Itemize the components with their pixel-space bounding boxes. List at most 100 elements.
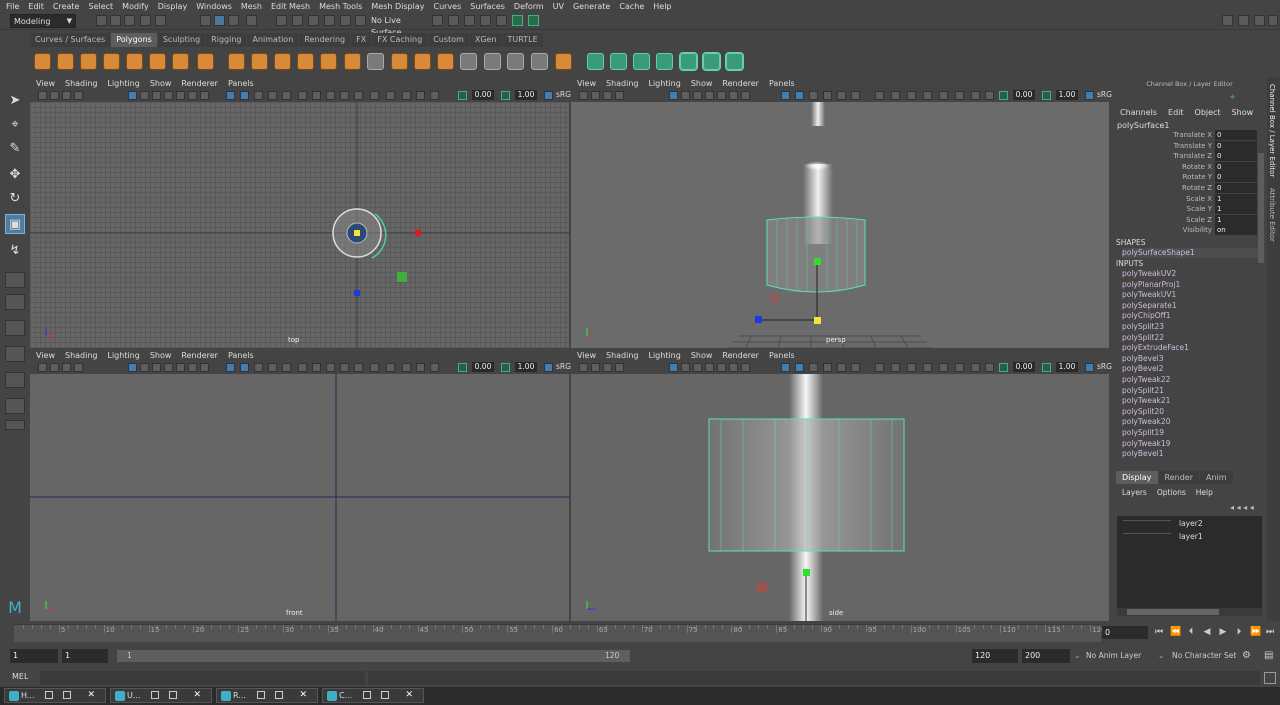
menu-deform[interactable]: Deform	[514, 2, 544, 11]
render-settings-icon[interactable]	[480, 15, 491, 26]
animation-start-field[interactable]: 1	[10, 649, 58, 663]
character-set-selector[interactable]: No Character Set	[1172, 650, 1236, 662]
antialiasing-icon[interactable]	[923, 91, 932, 100]
poly-cone-icon[interactable]	[103, 53, 120, 70]
textured-icon[interactable]	[837, 91, 846, 100]
z-axis-handle[interactable]	[354, 290, 360, 296]
camera-attr-icon[interactable]	[50, 91, 59, 100]
motion-blur-icon[interactable]	[907, 363, 916, 372]
antialiasing-icon[interactable]	[354, 91, 363, 100]
layer-menu-layers[interactable]: Layers	[1122, 488, 1147, 497]
ambient-occlusion-icon[interactable]	[891, 363, 900, 372]
bookmark-icon[interactable]	[603, 363, 612, 372]
safe-title-icon[interactable]	[200, 363, 209, 372]
input-node[interactable]: polySplit22	[1122, 333, 1164, 343]
attr-label[interactable]: Scale X	[1112, 194, 1212, 204]
smooth-shade-icon[interactable]	[795, 91, 804, 100]
maximize-window-icon[interactable]	[169, 691, 177, 699]
hypershade-pane-icon[interactable]	[5, 398, 25, 414]
layer-tab-display[interactable]: Display	[1116, 471, 1158, 484]
step-forward-frame-icon[interactable]: ⏵	[1234, 626, 1244, 638]
extrude-icon[interactable]	[414, 53, 431, 70]
gamma-field[interactable]: 1.00	[515, 90, 537, 100]
viewport-canvas[interactable]: top	[30, 102, 569, 348]
safe-action-icon[interactable]	[729, 91, 738, 100]
grid-icon[interactable]	[128, 363, 137, 372]
y-axis-handle[interactable]	[803, 569, 810, 576]
exposure-icon[interactable]	[999, 363, 1008, 372]
attr-label[interactable]: Rotate X	[1112, 162, 1212, 172]
redo-icon[interactable]	[155, 15, 166, 26]
panel-menu-shading[interactable]: Shading	[65, 79, 98, 90]
motion-blur-icon[interactable]	[340, 91, 349, 100]
attr-value[interactable]: 0	[1215, 172, 1257, 183]
tab-attribute-editor[interactable]: Attribute Editor	[1268, 188, 1276, 242]
scale-tool-icon[interactable]: ▣	[5, 214, 25, 234]
attr-label[interactable]: Translate Z	[1112, 151, 1212, 161]
object-name[interactable]: polySurface1	[1117, 121, 1170, 130]
uv-editor-icon[interactable]	[679, 52, 698, 71]
panel-menu-shading[interactable]: Shading	[606, 79, 639, 90]
render-view-icon[interactable]	[432, 15, 443, 26]
viewport-canvas[interactable]: persp	[571, 102, 1109, 348]
undo-icon[interactable]	[140, 15, 151, 26]
input-node[interactable]: polyBevel2	[1122, 364, 1164, 374]
viewport-persp[interactable]: View Shading Lighting Show Renderer Pane…	[571, 78, 1112, 348]
new-layer-selected-icon[interactable]: ◂	[1250, 503, 1254, 512]
exposure-field[interactable]: 0.00	[472, 362, 494, 372]
camera-attr-icon[interactable]	[50, 363, 59, 372]
grid-icon[interactable]	[669, 91, 678, 100]
current-frame-field[interactable]: 0	[1102, 626, 1148, 639]
shelf-tab-xgen[interactable]: XGen	[469, 33, 502, 47]
go-to-start-icon[interactable]: ⏮	[1154, 626, 1164, 638]
viewport-front[interactable]: View Shading Lighting Show Renderer Pane…	[30, 350, 571, 621]
smooth-shade-icon[interactable]	[240, 363, 249, 372]
shelf-tab-polygons[interactable]: Polygons	[111, 33, 157, 47]
two-pane-icon[interactable]	[5, 320, 25, 336]
resolution-gate-icon[interactable]	[152, 363, 161, 372]
ambient-occlusion-icon[interactable]	[326, 91, 335, 100]
open-scene-icon[interactable]	[110, 15, 121, 26]
panel-menu-renderer[interactable]: Renderer	[181, 79, 218, 90]
hypershade-icon[interactable]	[496, 15, 507, 26]
attr-value[interactable]: 1	[1215, 214, 1257, 225]
mesh-object[interactable]	[708, 418, 905, 552]
close-window-icon[interactable]: ✕	[405, 689, 413, 702]
play-backwards-icon[interactable]: ◀	[1202, 626, 1212, 638]
panel-menu-panels[interactable]: Panels	[769, 351, 795, 362]
viewport-canvas[interactable]: front	[30, 374, 569, 621]
camera-icon[interactable]	[579, 363, 588, 372]
maximize-window-icon[interactable]	[275, 691, 283, 699]
isolate-icon[interactable]	[955, 91, 964, 100]
color-management-icon[interactable]	[544, 91, 553, 100]
shelf-tab-sculpting[interactable]: Sculpting	[157, 33, 206, 47]
layer-scrollbar[interactable]	[1117, 608, 1262, 616]
panel-menu-panels[interactable]: Panels	[228, 351, 254, 362]
manipulator-center-handle[interactable]	[354, 230, 360, 236]
shelf-tab-animation[interactable]: Animation	[247, 33, 299, 47]
input-node[interactable]: polyExtrudeFace1	[1122, 343, 1189, 353]
combine-icon[interactable]	[228, 53, 245, 70]
anim-layer-selector[interactable]: No Anim Layer	[1086, 650, 1141, 662]
xray-components-icon[interactable]	[430, 363, 439, 372]
attr-label[interactable]: Translate Y	[1112, 141, 1212, 151]
shelf-tab-rendering[interactable]: Rendering	[299, 33, 351, 47]
channel-box-scrollbar[interactable]	[1258, 153, 1264, 263]
panel-menu-lighting[interactable]: Lighting	[107, 351, 139, 362]
wireframe-icon[interactable]	[226, 363, 235, 372]
gamma-icon[interactable]	[1042, 363, 1051, 372]
textured-icon[interactable]	[282, 91, 291, 100]
panel-menu-renderer[interactable]: Renderer	[722, 79, 759, 90]
image-plane-icon[interactable]	[615, 363, 624, 372]
attr-value[interactable]: 0	[1215, 140, 1257, 151]
channel-menu-channels[interactable]: Channels	[1120, 108, 1157, 117]
rotate-tool-icon[interactable]: ↻	[5, 188, 25, 208]
input-node[interactable]: polyTweakUV1	[1122, 290, 1176, 300]
layer-tab-render[interactable]: Render	[1158, 471, 1199, 484]
four-pane-icon[interactable]	[5, 294, 25, 310]
ambient-occlusion-icon[interactable]	[891, 91, 900, 100]
safe-action-icon[interactable]	[188, 363, 197, 372]
resolution-gate-icon[interactable]	[693, 363, 702, 372]
lights-icon[interactable]	[851, 91, 860, 100]
snap-curve-icon[interactable]	[292, 15, 303, 26]
